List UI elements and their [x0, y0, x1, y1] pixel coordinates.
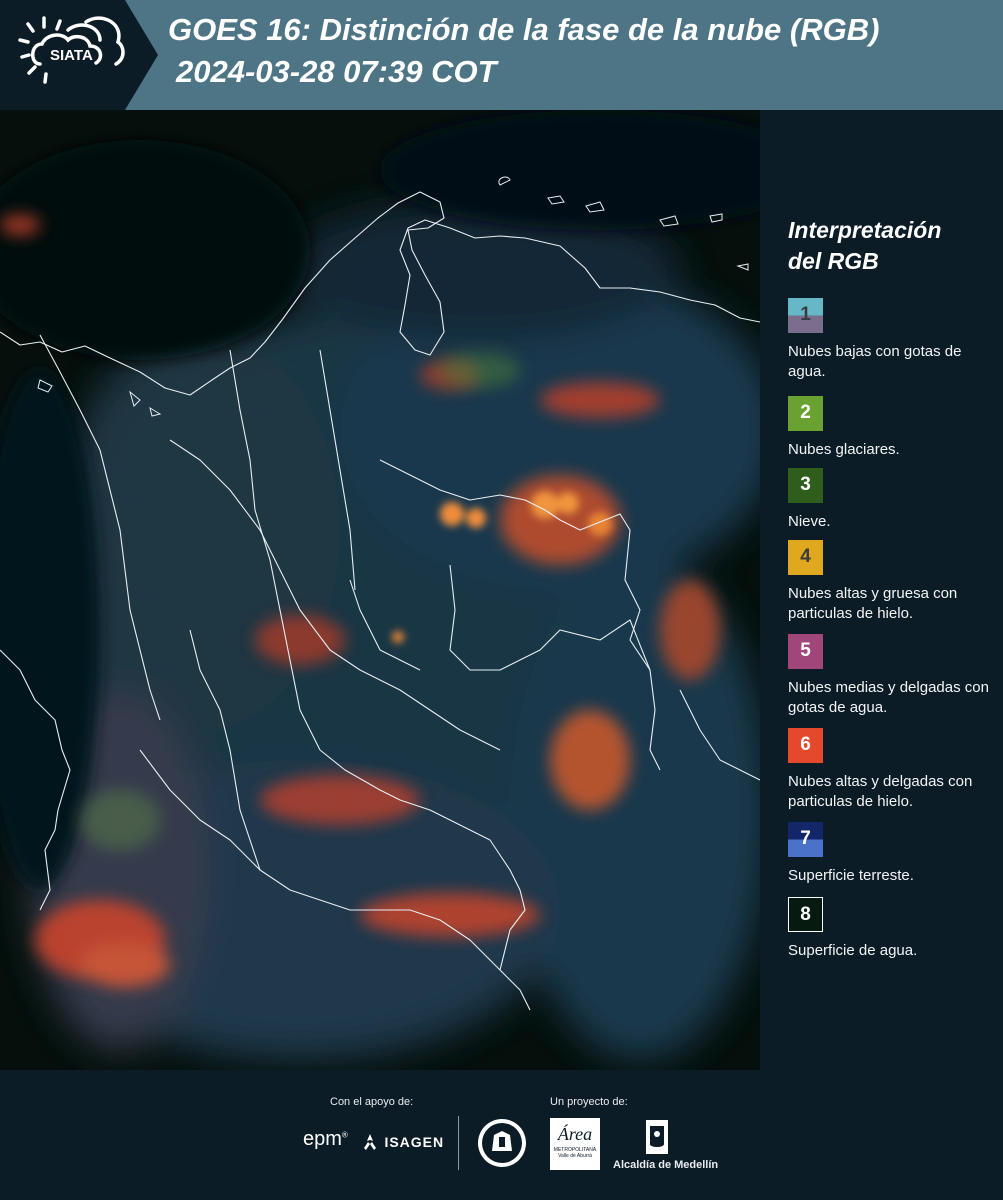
- legend-swatch: 5: [788, 634, 823, 669]
- alcaldia-label: Alcaldía de Medellín: [613, 1159, 719, 1171]
- legend-number: 3: [800, 474, 811, 495]
- legend-swatch: 3: [788, 468, 823, 503]
- legend-label: Nubes altas y gruesa con particulas de h…: [788, 585, 958, 622]
- registered-mark: ®: [341, 1130, 348, 1140]
- legend-title-line2: del RGB: [788, 248, 879, 274]
- legend-number: 6: [800, 734, 811, 755]
- area-metro-wordmark: Área: [557, 1124, 593, 1144]
- legend-swatch: 1: [788, 298, 823, 333]
- legend-number: 2: [800, 402, 811, 423]
- area-metropolitana-logo: Área METROPOLITANA Valle de Aburrá: [550, 1118, 600, 1170]
- legend-item: 7 Superficie terreste.: [788, 822, 1000, 886]
- legend-label: Nubes bajas con gotas de agua.: [788, 343, 962, 380]
- legend-label: Nieve.: [788, 513, 831, 530]
- satellite-map[interactable]: [0, 110, 760, 1070]
- footer: Con el apoyo de: Un proyecto de: epm® IS…: [0, 1070, 1003, 1200]
- isagen-wordmark: ISAGEN: [384, 1134, 445, 1150]
- project-label: Un proyecto de:: [550, 1096, 628, 1108]
- epm-wordmark: epm: [303, 1128, 342, 1150]
- header-bar: SIATA GOES 16: Distinción de la fase de …: [0, 0, 1003, 110]
- support-label: Con el apoyo de:: [330, 1096, 414, 1108]
- footer-divider: [458, 1116, 459, 1170]
- legend-swatch: 8: [788, 897, 823, 932]
- legend-label: Nubes medias y delgadas con gotas de agu…: [788, 679, 989, 716]
- legend-item: 1 Nubes bajas con gotas de agua.: [788, 298, 1000, 382]
- medellin-seal-icon: [478, 1119, 526, 1167]
- legend-swatch: 4: [788, 540, 823, 575]
- legend-title: Interpretación del RGB: [788, 215, 988, 277]
- legend-number: 1: [800, 304, 811, 325]
- legend-swatch: 2: [788, 396, 823, 431]
- timestamp: 2024-03-28 07:39 COT: [176, 54, 497, 89]
- legend-item: 8 Superficie de agua.: [788, 897, 1000, 961]
- legend-label: Nubes altas y delgadas con particulas de…: [788, 773, 973, 810]
- epm-logo: epm®: [303, 1128, 348, 1151]
- legend-item: 6 Nubes altas y delgadas con particulas d…: [788, 728, 1000, 812]
- siata-logo-panel: SIATA: [0, 0, 158, 110]
- isagen-icon: [364, 1134, 376, 1150]
- page-title: GOES 16: Distinción de la fase de la nub…: [168, 12, 880, 47]
- legend-swatch: 7: [788, 822, 823, 857]
- legend-number: 4: [800, 546, 811, 567]
- legend-title-line1: Interpretación: [788, 217, 942, 243]
- legend-label: Superficie de agua.: [788, 942, 918, 959]
- legend-item: 2 Nubes glaciares.: [788, 396, 1000, 460]
- legend-item: 3 Nieve.: [788, 468, 1000, 532]
- alcaldia-crest-icon: [646, 1120, 668, 1154]
- legend-number: 7: [800, 828, 811, 849]
- legend-label: Nubes glaciares.: [788, 441, 900, 458]
- isagen-logo: ISAGEN: [360, 1132, 444, 1152]
- area-metro-sub2: Valle de Aburrá: [558, 1153, 592, 1159]
- legend-number: 8: [800, 904, 811, 925]
- legend-item: 4 Nubes altas y gruesa con particulas de …: [788, 540, 1000, 624]
- legend-item: 5 Nubes medias y delgadas con gotas de ag…: [788, 634, 1000, 718]
- siata-wordmark: SIATA: [50, 47, 93, 64]
- legend-number: 5: [800, 640, 811, 661]
- legend-label: Superficie terreste.: [788, 867, 914, 884]
- legend-swatch: 6: [788, 728, 823, 763]
